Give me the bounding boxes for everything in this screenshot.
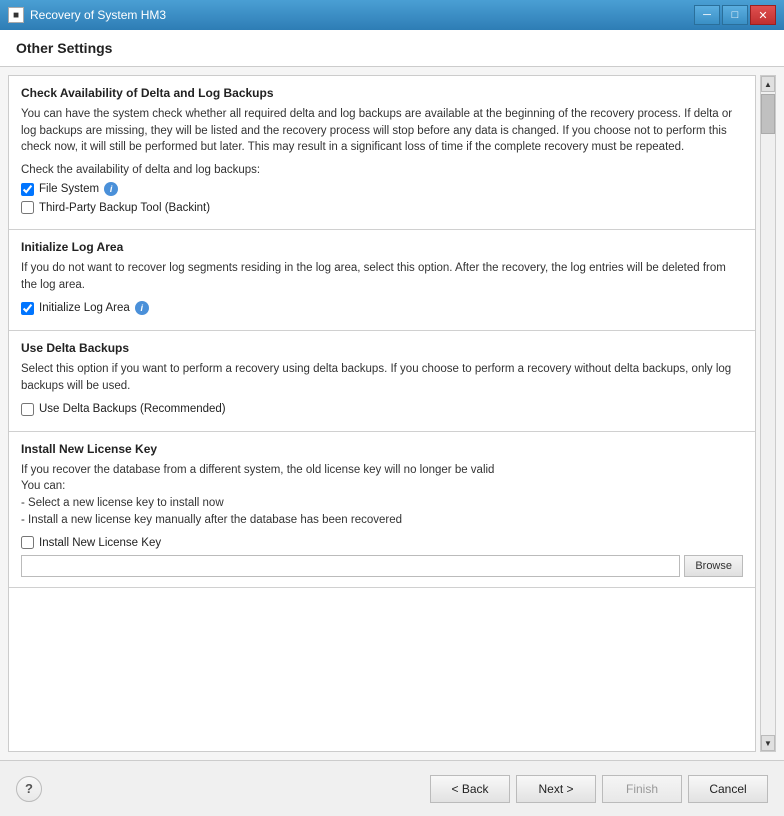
- section-license-key: Install New License Key If you recover t…: [9, 432, 755, 589]
- title-bar: ■ Recovery of System HM3 ─ □ ✕: [0, 0, 784, 30]
- window-body: Other Settings Check Availability of Del…: [0, 30, 784, 816]
- section-delta-log-description: You can have the system check whether al…: [21, 106, 743, 156]
- scroll-thumb[interactable]: [761, 94, 775, 134]
- usedelta-label[interactable]: Use Delta Backups (Recommended): [39, 403, 226, 415]
- section-init-log-description: If you do not want to recover log segmen…: [21, 260, 743, 293]
- bottom-left: ?: [16, 776, 42, 802]
- page-header: Other Settings: [0, 30, 784, 67]
- section-delta-backups-header: Use Delta Backups: [21, 341, 743, 355]
- minimize-button[interactable]: ─: [694, 5, 720, 25]
- checkbox-row-thirdparty: Third-Party Backup Tool (Backint): [21, 201, 743, 214]
- initlog-label[interactable]: Initialize Log Area: [39, 302, 130, 314]
- initlog-checkbox[interactable]: [21, 302, 34, 315]
- close-button[interactable]: ✕: [750, 5, 776, 25]
- page-title: Other Settings: [16, 40, 768, 56]
- checkbox-row-filesystem: File System i: [21, 182, 743, 196]
- scroll-down-arrow[interactable]: ▼: [761, 735, 775, 751]
- license-input-row: Browse: [21, 555, 743, 577]
- section-delta-log-header: Check Availability of Delta and Log Back…: [21, 86, 743, 100]
- bottom-bar: ? < Back Next > Finish Cancel: [0, 760, 784, 816]
- browse-button[interactable]: Browse: [684, 555, 743, 577]
- filesystem-info-icon[interactable]: i: [104, 182, 118, 196]
- section-delta-log: Check Availability of Delta and Log Back…: [9, 76, 755, 230]
- scrollbar[interactable]: ▲ ▼: [760, 75, 776, 752]
- next-button[interactable]: Next >: [516, 775, 596, 803]
- checkbox-row-initlog: Initialize Log Area i: [21, 301, 743, 315]
- window-title: Recovery of System HM3: [30, 8, 166, 22]
- section-license-header: Install New License Key: [21, 442, 743, 456]
- cancel-button[interactable]: Cancel: [688, 775, 768, 803]
- finish-button[interactable]: Finish: [602, 775, 682, 803]
- section-delta-backups-description: Select this option if you want to perfor…: [21, 361, 743, 394]
- usedelta-checkbox[interactable]: [21, 403, 34, 416]
- checkbox-row-install-license: Install New License Key: [21, 536, 743, 549]
- check-label: Check the availability of delta and log …: [21, 164, 743, 176]
- section-init-log: Initialize Log Area If you do not want t…: [9, 230, 755, 331]
- restore-button[interactable]: □: [722, 5, 748, 25]
- back-button[interactable]: < Back: [430, 775, 510, 803]
- install-license-label[interactable]: Install New License Key: [39, 537, 161, 549]
- thirdparty-checkbox[interactable]: [21, 201, 34, 214]
- section-license-desc1: If you recover the database from a diffe…: [21, 462, 743, 529]
- scroll-panel[interactable]: Check Availability of Delta and Log Back…: [8, 75, 756, 752]
- install-license-checkbox[interactable]: [21, 536, 34, 549]
- help-button[interactable]: ?: [16, 776, 42, 802]
- thirdparty-label[interactable]: Third-Party Backup Tool (Backint): [39, 202, 210, 214]
- scroll-up-arrow[interactable]: ▲: [761, 76, 775, 92]
- checkbox-row-usedelta: Use Delta Backups (Recommended): [21, 403, 743, 416]
- window-controls: ─ □ ✕: [694, 5, 776, 25]
- app-icon: ■: [8, 7, 24, 23]
- section-init-log-header: Initialize Log Area: [21, 240, 743, 254]
- title-bar-left: ■ Recovery of System HM3: [8, 7, 166, 23]
- license-key-input[interactable]: [21, 555, 680, 577]
- filesystem-checkbox[interactable]: [21, 183, 34, 196]
- bottom-right: < Back Next > Finish Cancel: [430, 775, 768, 803]
- content-area: Check Availability of Delta and Log Back…: [0, 67, 784, 760]
- initlog-info-icon[interactable]: i: [135, 301, 149, 315]
- filesystem-label[interactable]: File System: [39, 183, 99, 195]
- section-delta-backups: Use Delta Backups Select this option if …: [9, 331, 755, 431]
